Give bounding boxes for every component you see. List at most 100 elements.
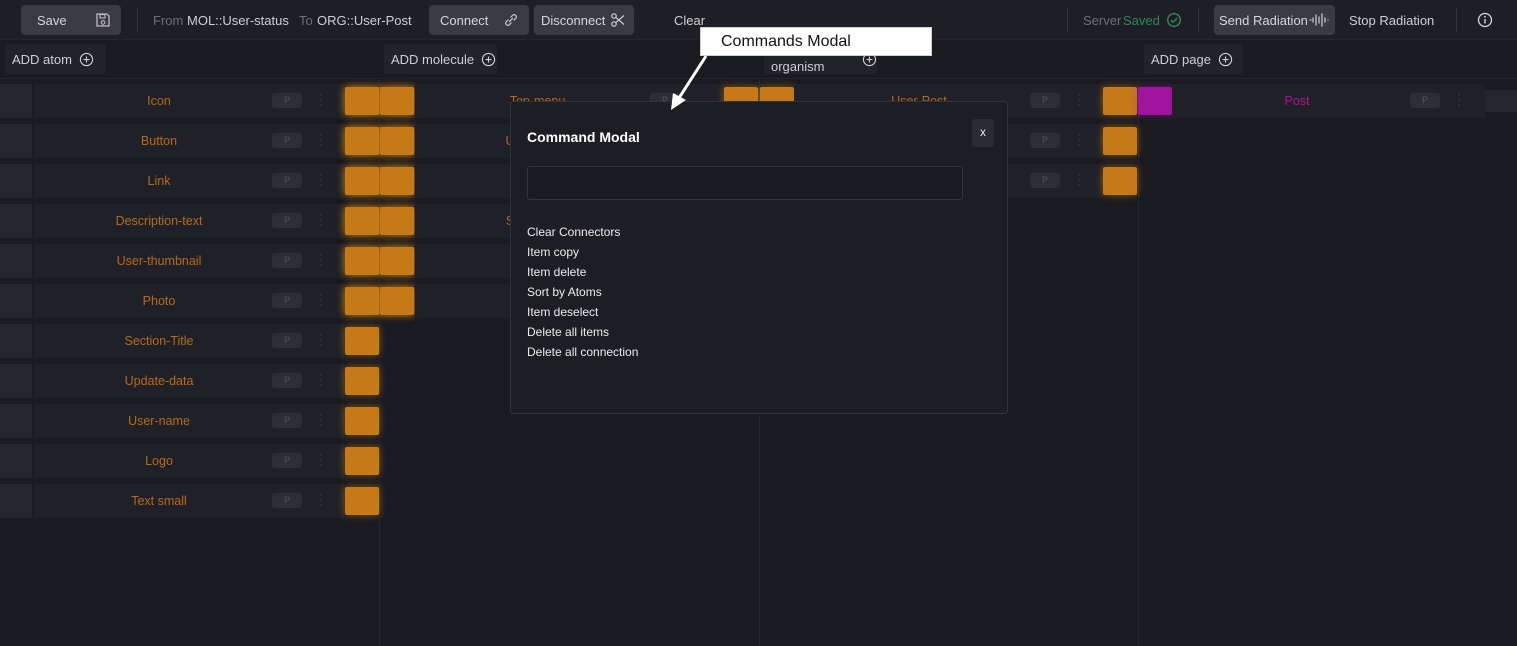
atom-item[interactable]: Link P · · · bbox=[0, 164, 414, 198]
add-atom-button[interactable]: ADD atom bbox=[5, 44, 106, 74]
atom-item[interactable]: Description-text P · · · bbox=[0, 204, 414, 238]
disconnect-button[interactable]: Disconnect bbox=[534, 5, 634, 35]
more-menu-icon[interactable]: · · · bbox=[1077, 130, 1081, 151]
add-molecule-button[interactable]: ADD molecule bbox=[384, 44, 497, 74]
more-menu-icon[interactable]: · · · bbox=[1457, 90, 1461, 111]
p-badge[interactable]: P bbox=[1030, 173, 1060, 188]
p-badge[interactable]: P bbox=[1030, 93, 1060, 108]
send-radiation-button[interactable]: Send Radiation bbox=[1214, 5, 1335, 35]
more-menu-icon[interactable]: · · · bbox=[319, 330, 323, 351]
p-badge[interactable]: P bbox=[272, 173, 302, 188]
annotation-callout: Commands Modal bbox=[700, 27, 932, 56]
input-connector[interactable] bbox=[380, 167, 414, 195]
input-connector[interactable] bbox=[380, 287, 414, 315]
add-page-button[interactable]: ADD page bbox=[1144, 44, 1243, 74]
plus-circle-icon bbox=[1218, 52, 1233, 66]
output-connector[interactable] bbox=[345, 447, 379, 475]
atom-item[interactable]: Photo P · · · bbox=[0, 284, 414, 318]
command-item[interactable]: Item copy bbox=[527, 244, 638, 264]
atom-item-label: Update-data bbox=[124, 374, 194, 388]
p-badge[interactable]: P bbox=[272, 333, 302, 348]
command-search-input[interactable] bbox=[527, 166, 963, 200]
p-badge[interactable]: P bbox=[272, 293, 302, 308]
more-menu-icon[interactable]: · · · bbox=[319, 290, 323, 311]
item-handle[interactable] bbox=[0, 364, 32, 398]
more-menu-icon[interactable]: · · · bbox=[319, 370, 323, 391]
more-menu-icon[interactable]: · · · bbox=[319, 250, 323, 271]
p-badge[interactable]: P bbox=[272, 493, 302, 508]
column-divider bbox=[1138, 78, 1139, 646]
disconnect-button-label: Disconnect bbox=[541, 12, 606, 28]
input-connector[interactable] bbox=[345, 287, 379, 315]
p-badge[interactable]: P bbox=[1410, 93, 1440, 108]
item-handle[interactable] bbox=[0, 284, 32, 318]
more-menu-icon[interactable]: · · · bbox=[319, 410, 323, 431]
output-connector[interactable] bbox=[345, 367, 379, 395]
item-handle[interactable] bbox=[0, 124, 32, 158]
stop-radiation-button[interactable]: Stop Radiation bbox=[1349, 13, 1434, 28]
p-badge[interactable]: P bbox=[272, 93, 302, 108]
p-badge[interactable]: P bbox=[272, 253, 302, 268]
output-connector[interactable] bbox=[345, 487, 379, 515]
more-menu-icon[interactable]: · · · bbox=[319, 450, 323, 471]
input-connector[interactable] bbox=[380, 127, 414, 155]
add-atom-label: ADD atom bbox=[12, 51, 72, 67]
command-item[interactable]: Delete all connection bbox=[527, 344, 638, 364]
atom-item[interactable]: User-thumbnail P · · · bbox=[0, 244, 414, 278]
item-handle[interactable] bbox=[0, 324, 32, 358]
more-menu-icon[interactable]: · · · bbox=[319, 90, 323, 111]
atom-item[interactable]: Icon P · · · bbox=[0, 84, 414, 118]
atom-item[interactable]: Logo P · · · bbox=[0, 444, 380, 478]
input-connector[interactable] bbox=[345, 207, 379, 235]
clear-button[interactable]: Clear bbox=[674, 13, 705, 28]
output-connector[interactable] bbox=[1103, 127, 1137, 155]
input-connector[interactable] bbox=[345, 247, 379, 275]
item-handle[interactable] bbox=[0, 244, 32, 278]
more-menu-icon[interactable]: · · · bbox=[319, 170, 323, 191]
p-badge[interactable]: P bbox=[272, 373, 302, 388]
page-item[interactable]: Post P · · · bbox=[1138, 84, 1485, 118]
input-connector[interactable] bbox=[1138, 87, 1172, 115]
close-button[interactable]: x bbox=[972, 119, 994, 147]
more-menu-icon[interactable]: · · · bbox=[319, 130, 323, 151]
command-list: Clear Connectors Item copy Item delete Sort… bbox=[527, 224, 638, 364]
item-handle[interactable] bbox=[0, 84, 32, 118]
p-badge[interactable]: P bbox=[272, 453, 302, 468]
item-handle[interactable] bbox=[0, 204, 32, 238]
p-badge[interactable]: P bbox=[1030, 133, 1060, 148]
input-connector[interactable] bbox=[380, 207, 414, 235]
atom-item[interactable]: Button P · · · bbox=[0, 124, 414, 158]
atom-item[interactable]: Update-data P · · · bbox=[0, 364, 380, 398]
input-connector[interactable] bbox=[345, 87, 379, 115]
command-item[interactable]: Delete all items bbox=[527, 324, 638, 344]
command-item[interactable]: Item deselect bbox=[527, 304, 638, 324]
command-item[interactable]: Clear Connectors bbox=[527, 224, 638, 244]
input-connector[interactable] bbox=[345, 167, 379, 195]
output-connector[interactable] bbox=[345, 327, 379, 355]
more-menu-icon[interactable]: · · · bbox=[319, 210, 323, 231]
connect-button[interactable]: Connect bbox=[429, 5, 529, 35]
input-connector[interactable] bbox=[345, 127, 379, 155]
item-handle[interactable] bbox=[0, 404, 32, 438]
more-menu-icon[interactable]: · · · bbox=[1077, 170, 1081, 191]
atom-item[interactable]: Section-Title P · · · bbox=[0, 324, 380, 358]
p-badge[interactable]: P bbox=[272, 133, 302, 148]
command-item[interactable]: Item delete bbox=[527, 264, 638, 284]
output-connector[interactable] bbox=[1103, 167, 1137, 195]
p-badge[interactable]: P bbox=[272, 213, 302, 228]
item-handle[interactable] bbox=[0, 164, 32, 198]
input-connector[interactable] bbox=[380, 87, 414, 115]
info-icon[interactable] bbox=[1477, 12, 1493, 28]
save-button[interactable]: Save bbox=[21, 5, 121, 35]
item-handle[interactable] bbox=[0, 444, 32, 478]
more-menu-icon[interactable]: · · · bbox=[319, 490, 323, 511]
command-item[interactable]: Sort by Atoms bbox=[527, 284, 638, 304]
p-badge[interactable]: P bbox=[272, 413, 302, 428]
output-connector[interactable] bbox=[1103, 87, 1137, 115]
atom-item[interactable]: User-name P · · · bbox=[0, 404, 380, 438]
input-connector[interactable] bbox=[380, 247, 414, 275]
more-menu-icon[interactable]: · · · bbox=[1077, 90, 1081, 111]
item-handle[interactable] bbox=[0, 484, 32, 518]
atom-item[interactable]: Text small P · · · bbox=[0, 484, 380, 518]
output-connector[interactable] bbox=[345, 407, 379, 435]
